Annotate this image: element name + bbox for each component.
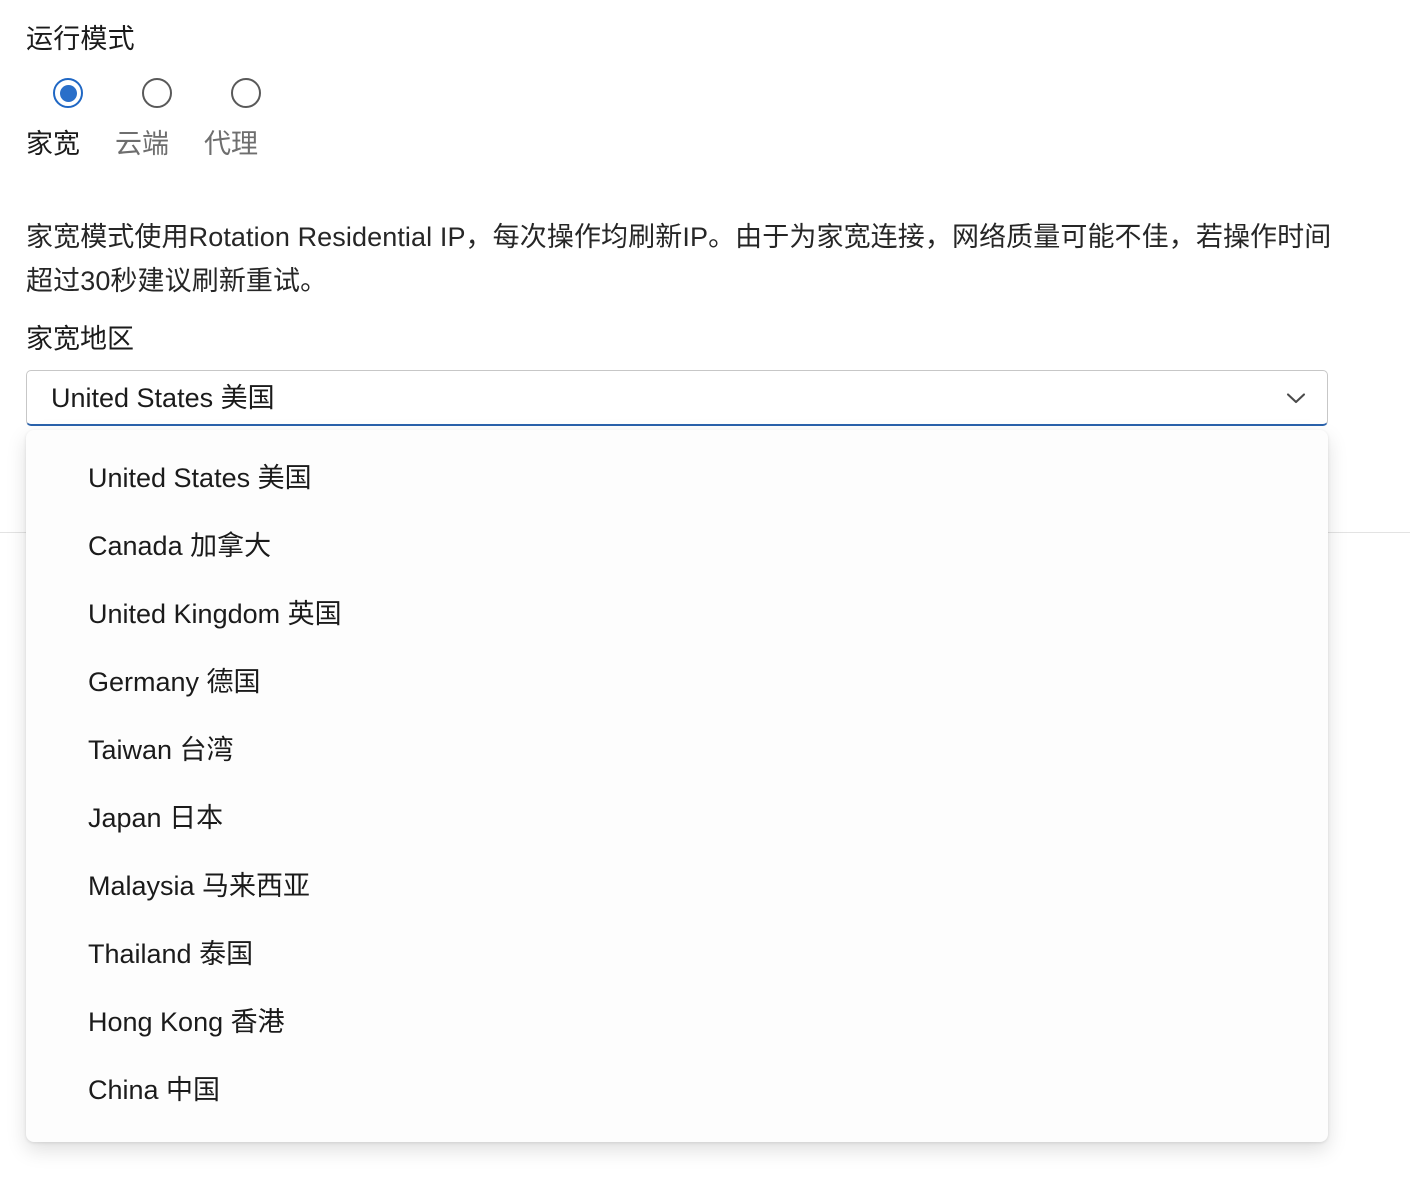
dropdown-option-taiwan[interactable]: Taiwan 台湾	[26, 716, 1328, 784]
dropdown-option-united-states[interactable]: United States 美国	[26, 444, 1328, 512]
dropdown-option-china[interactable]: China 中国	[26, 1056, 1328, 1124]
radio-proxy[interactable]	[231, 78, 261, 108]
region-field-label: 家宽地区	[26, 324, 134, 354]
radio-label-proxy[interactable]: 代理	[204, 127, 293, 161]
settings-panel: 运行模式 家宽 云端 代理 家宽模式使用Rotation Residential…	[0, 0, 1410, 1186]
radio-cloud[interactable]	[142, 78, 172, 108]
dropdown-option-thailand[interactable]: Thailand 泰国	[26, 920, 1328, 988]
region-combobox[interactable]: United States 美国	[26, 370, 1328, 426]
radio-label-cloud[interactable]: 云端	[115, 127, 204, 161]
dropdown-option-canada[interactable]: Canada 加拿大	[26, 512, 1328, 580]
run-mode-radio-group: 家宽 云端 代理	[26, 78, 726, 161]
chevron-down-icon[interactable]	[1281, 383, 1311, 413]
run-mode-radio-row	[26, 78, 726, 108]
dropdown-option-united-kingdom[interactable]: United Kingdom 英国	[26, 580, 1328, 648]
dropdown-option-japan[interactable]: Japan 日本	[26, 784, 1328, 852]
run-mode-radio-cell-2	[204, 78, 293, 108]
run-mode-radio-cell-1	[115, 78, 204, 108]
radio-label-home-broadband[interactable]: 家宽	[26, 127, 115, 161]
radio-dot-icon	[59, 84, 77, 102]
run-mode-labels-row: 家宽 云端 代理	[26, 127, 726, 161]
dropdown-option-hong-kong[interactable]: Hong Kong 香港	[26, 988, 1328, 1056]
radio-home-broadband[interactable]	[53, 78, 83, 108]
region-dropdown-listbox[interactable]: United States 美国 Canada 加拿大 United Kingd…	[26, 430, 1328, 1142]
run-mode-radio-cell-0	[26, 78, 115, 108]
run-mode-description: 家宽模式使用Rotation Residential IP，每次操作均刷新IP。…	[26, 222, 1332, 296]
run-mode-section-label: 运行模式	[26, 24, 135, 54]
dropdown-option-germany[interactable]: Germany 德国	[26, 648, 1328, 716]
region-combobox-value: United States 美国	[51, 382, 275, 413]
dropdown-option-malaysia[interactable]: Malaysia 马来西亚	[26, 852, 1328, 920]
